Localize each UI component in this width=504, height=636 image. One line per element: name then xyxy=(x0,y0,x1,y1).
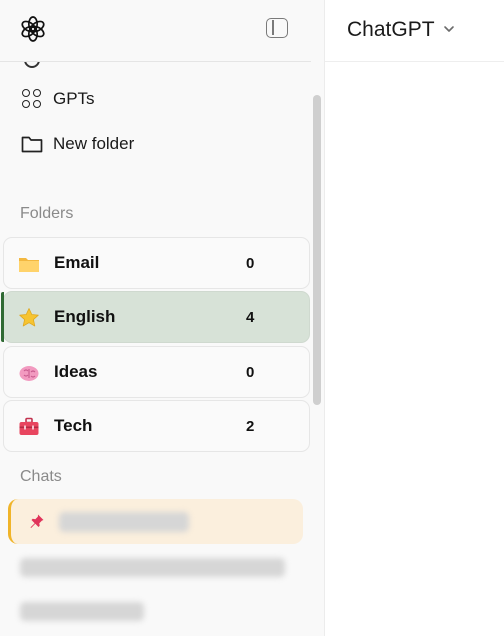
folder-name: English xyxy=(54,307,116,326)
sidebar-header xyxy=(0,0,324,62)
folder-count-badge: 4 xyxy=(246,309,255,326)
chevron-down-icon xyxy=(443,26,454,32)
folder-name: Tech xyxy=(54,416,93,435)
folder-name: Email xyxy=(54,253,100,272)
sidebar-scrollbar[interactable] xyxy=(313,95,321,405)
sidebar: GPTs New folder Folders Email 0 English … xyxy=(0,0,325,636)
folder-item-ideas[interactable]: Ideas 0 xyxy=(3,346,310,398)
sidebar-item-gpts[interactable]: GPTs xyxy=(20,86,95,112)
model-name: ChatGPT xyxy=(347,18,435,41)
pushpin-icon xyxy=(30,514,44,528)
divider xyxy=(0,61,311,62)
folder-item-tech[interactable]: Tech 2 xyxy=(3,400,310,452)
sidebar-item-label: GPTs xyxy=(53,89,95,108)
folder-count-badge: 2 xyxy=(246,418,255,435)
star-emoji-icon xyxy=(19,308,39,327)
sidebar-item-new-folder[interactable]: New folder xyxy=(20,131,134,157)
main-header: ChatGPT xyxy=(325,0,504,62)
model-selector-button[interactable]: ChatGPT xyxy=(347,16,455,44)
folders-section-label: Folders xyxy=(20,205,74,222)
folder-item-english[interactable]: English 4 xyxy=(1,291,310,343)
folder-count-badge: 0 xyxy=(246,364,255,381)
chat-title-redacted xyxy=(59,512,189,532)
gpts-grid-icon xyxy=(20,87,44,111)
folder-emoji-icon xyxy=(19,258,39,272)
app-window: GPTs New folder Folders Email 0 English … xyxy=(0,0,504,636)
pinned-chat-item[interactable] xyxy=(8,499,303,544)
brain-emoji-icon xyxy=(19,366,39,381)
openai-logo-icon[interactable] xyxy=(20,16,46,42)
main-panel: ChatGPT xyxy=(325,0,504,636)
folder-item-email[interactable]: Email 0 xyxy=(3,237,310,289)
toolbox-emoji-icon xyxy=(19,417,39,435)
sidebar-item-label: New folder xyxy=(53,134,135,153)
folder-count-badge: 0 xyxy=(246,255,255,272)
chats-section-label: Chats xyxy=(20,468,62,485)
sidebar-toggle-icon[interactable] xyxy=(266,18,288,38)
folder-outline-icon xyxy=(20,132,44,156)
folder-name: Ideas xyxy=(54,362,98,381)
chat-title-redacted xyxy=(20,558,285,577)
chat-title-redacted xyxy=(20,602,144,621)
